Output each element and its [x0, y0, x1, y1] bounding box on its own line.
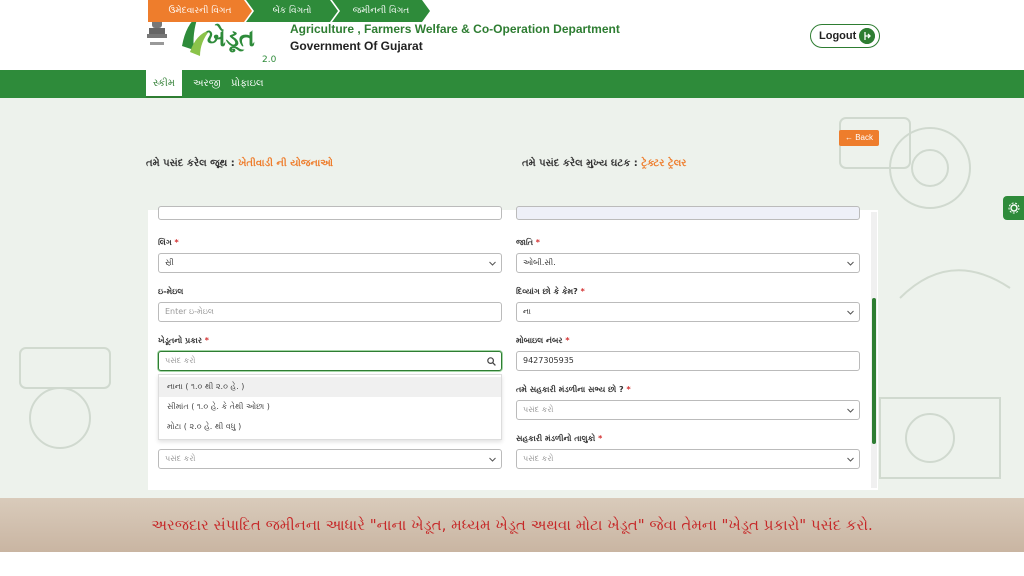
- coop-member-label: તમે સહકારી મંડળીના સભ્ય છો ? *: [516, 385, 631, 394]
- caste-label: જાતિ *: [516, 238, 540, 247]
- form-scrollbar-thumb[interactable]: [872, 298, 876, 444]
- step-applicant-details[interactable]: ઉમેદવારની વિગત: [148, 0, 252, 22]
- disabled-label: દિવ્યાંગ છો કે કેમ? *: [516, 287, 585, 296]
- disabled-select[interactable]: ના: [516, 302, 860, 322]
- chevron-down-icon: [847, 408, 854, 413]
- caption-text: અરજદાર સંપાદિત જમીનના આધારે "નાના ખેડૂત,…: [151, 516, 873, 534]
- farmer-type-label: ખેડૂતનો પ્રકાર *: [158, 336, 209, 345]
- chevron-down-icon: [847, 457, 854, 462]
- mobile-field[interactable]: 9427305935: [516, 351, 860, 371]
- selected-component-value: ટ્રેક્ટર ટ્રેલર: [641, 158, 687, 169]
- prev-field-left[interactable]: [158, 206, 502, 220]
- selected-group: તમે પસંદ કરેલ જૂથ : ખેતીવાડી ની યોજનાઓ: [146, 158, 333, 169]
- chevron-down-icon: [847, 261, 854, 266]
- step-bank-details[interactable]: બેંક વિગતો: [246, 0, 338, 22]
- coop-member-select[interactable]: પસંદ કરો: [516, 400, 860, 420]
- search-icon: [487, 357, 496, 366]
- step-land-details[interactable]: જમીનની વિગત: [332, 0, 430, 22]
- settings-tab[interactable]: [1003, 196, 1024, 220]
- chevron-down-icon: [489, 457, 496, 462]
- footer-strip: [0, 552, 1024, 576]
- farmer-type-dropdown: નાના ( ૧.૦ થી ૨.૦ હે. ) સીમાંત ( ૧.૦ હે.…: [158, 374, 502, 440]
- option-large-farmer[interactable]: મોટા ( ૨.૦ હે. થી વધુ ): [159, 417, 501, 437]
- logout-label: Logout: [819, 30, 857, 42]
- email-label: ઇ-મેઇલ: [158, 287, 184, 296]
- logout-icon: [859, 28, 875, 44]
- selected-group-value: ખેતીવાડી ની યોજનાઓ: [238, 158, 333, 169]
- gear-icon: [1008, 202, 1019, 214]
- gender-select[interactable]: સ્રી: [158, 253, 502, 273]
- mobile-label: મોબાઇલ નંબર *: [516, 336, 570, 345]
- option-marginal-farmer[interactable]: સીમાંત ( ૧.૦ હે. કે તેથી ઓછા ): [159, 397, 501, 417]
- option-small-farmer[interactable]: નાના ( ૧.૦ થી ૨.૦ હે. ): [159, 377, 501, 397]
- nav-item-profile[interactable]: પ્રોફાઇલ: [224, 70, 271, 98]
- coop-name-select[interactable]: પસંદ કરો: [158, 449, 502, 469]
- coop-taluka-label: સહકારી મંડળીનો તાલુકો *: [516, 434, 603, 443]
- gender-label: લિંગ *: [158, 238, 179, 247]
- coop-taluka-select[interactable]: પસંદ કરો: [516, 449, 860, 469]
- prev-field-right[interactable]: [516, 206, 860, 220]
- caption-banner: અરજદાર સંપાદિત જમીનના આધારે "નાના ખેડૂત,…: [0, 498, 1024, 552]
- nav-item-application[interactable]: અરજી: [186, 70, 228, 98]
- chevron-down-icon: [847, 310, 854, 315]
- farmer-type-search-input[interactable]: પસંદ કરો: [158, 351, 502, 371]
- main-nav: સ્કીમ અરજી પ્રોફાઇલ: [0, 70, 1024, 98]
- email-field[interactable]: Enter ઇ-મેઇલ: [158, 302, 502, 322]
- selected-component: તમે પસંદ કરેલ મુખ્ય ઘટક : ટ્રેક્ટર ટ્રેલ…: [522, 158, 687, 169]
- applicant-form: [148, 210, 878, 490]
- back-button[interactable]: ← Back: [839, 130, 879, 146]
- nav-item-scheme[interactable]: સ્કીમ: [146, 70, 182, 98]
- chevron-down-icon: [489, 261, 496, 266]
- department-name: Agriculture , Farmers Welfare & Co-Opera…: [290, 22, 620, 36]
- logo-text: ખેડૂત: [206, 23, 255, 53]
- logo-version: 2.0: [262, 55, 277, 65]
- logout-button[interactable]: Logout: [810, 24, 880, 48]
- government-name: Government Of Gujarat: [290, 39, 423, 53]
- caste-select[interactable]: ઓબી.સી.: [516, 253, 860, 273]
